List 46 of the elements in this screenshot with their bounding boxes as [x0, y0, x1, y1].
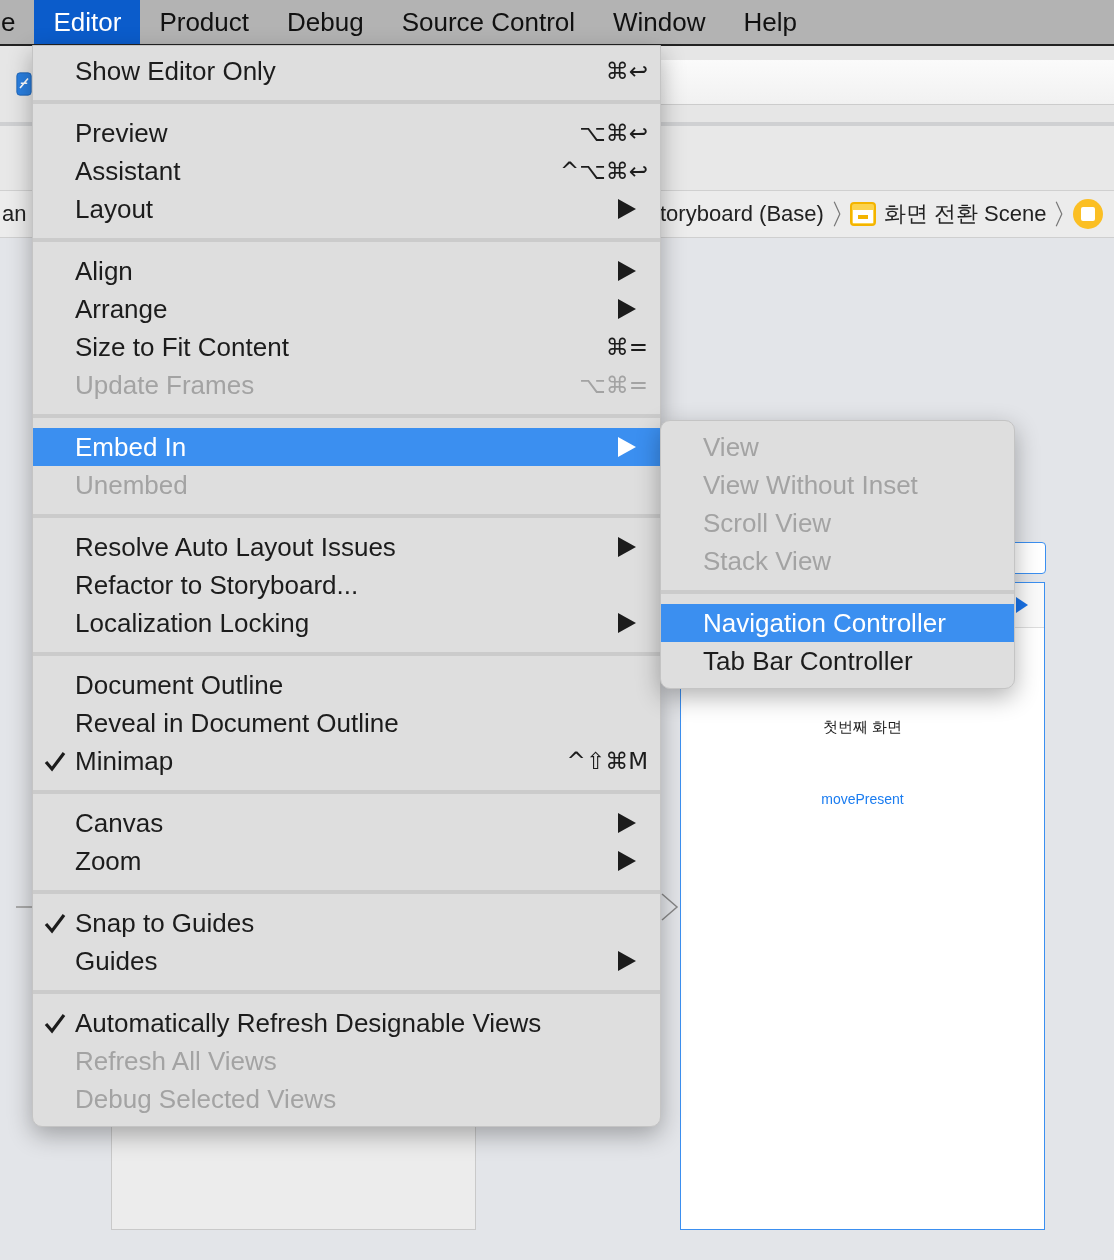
menu-item[interactable]: Zoom [33, 842, 660, 880]
menu-item[interactable]: Assistant ^⌥⌘↩ [33, 152, 660, 190]
menu-item[interactable]: Tab Bar Controller [661, 642, 1014, 680]
submenu-arrow-icon [618, 299, 636, 319]
submenu-arrow-icon [618, 613, 636, 633]
menu-bar-item[interactable]: Debug [268, 0, 383, 44]
scene-label: 첫번째 화면 [822, 718, 903, 737]
menu-item[interactable]: Guides [33, 942, 660, 980]
breadcrumb-item[interactable]: toryboard (Base) [660, 201, 824, 227]
menu-bar-item[interactable]: Product [140, 0, 268, 44]
menu-item[interactable]: Show Editor Only ⌘↩ [33, 52, 660, 90]
breadcrumb-item[interactable]: 화면 전환 Scene [883, 199, 1047, 229]
scene-button[interactable]: movePresent [821, 791, 904, 807]
submenu-arrow-icon [618, 851, 636, 871]
submenu-arrow-icon [618, 199, 636, 219]
submenu-arrow-icon [618, 537, 636, 557]
menu-item[interactable]: Size to Fit Content ⌘= [33, 328, 660, 366]
submenu-arrow-icon [618, 813, 636, 833]
chevron-icon [1054, 200, 1065, 228]
submenu-arrow-icon [618, 951, 636, 971]
menu-item[interactable]: Refactor to Storyboard... [33, 566, 660, 604]
menu-item[interactable]: Localization Locking [33, 604, 660, 642]
menu-bar-item[interactable]: Help [724, 0, 816, 44]
menu-item[interactable]: Automatically Refresh Designable Views [33, 1004, 660, 1042]
submenu-arrow-icon [618, 437, 636, 457]
app-icon[interactable] [16, 70, 32, 98]
menu-item[interactable]: Canvas [33, 804, 660, 842]
entry-arrow-icon [1016, 597, 1028, 613]
menu-item[interactable]: Resolve Auto Layout Issues [33, 528, 660, 566]
menu-item[interactable]: Align [33, 252, 660, 290]
scene-icon [849, 201, 876, 227]
menu-item[interactable]: Minimap ^⇧⌘M [33, 742, 660, 780]
view-controller-icon [1072, 198, 1105, 230]
chevron-icon [831, 200, 842, 228]
breadcrumb-item[interactable]: an [2, 201, 27, 227]
menu-item[interactable]: Arrange [33, 290, 660, 328]
menu-item[interactable]: Snap to Guides [33, 904, 660, 942]
menu-item[interactable]: Layout [33, 190, 660, 228]
menu-item[interactable]: Preview ⌥⌘↩ [33, 114, 660, 152]
menu-bar-item[interactable]: Editor [34, 0, 141, 44]
menu-item[interactable]: Reveal in Document Outline [33, 704, 660, 742]
menu-bar-item[interactable]: Source Control [382, 0, 595, 44]
menu-bar-item[interactable]: Window [594, 0, 725, 44]
menu-bar-item[interactable]: e [0, 0, 35, 44]
menu-item[interactable]: Document Outline [33, 666, 660, 704]
submenu-arrow-icon [618, 261, 636, 281]
